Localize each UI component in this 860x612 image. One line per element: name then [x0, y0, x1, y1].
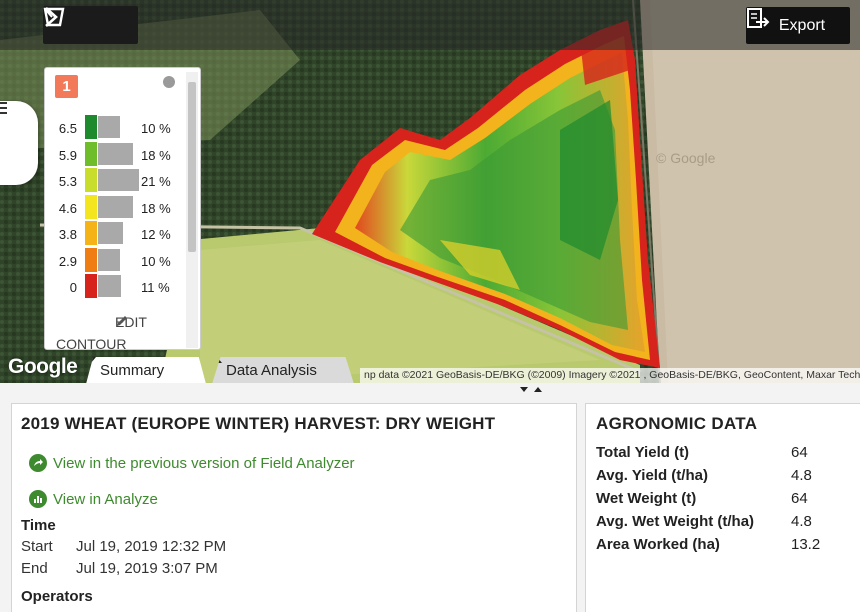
- agronomic-key: Avg. Yield (t/ha): [596, 467, 708, 484]
- svg-text:© Google: © Google: [656, 150, 716, 166]
- legend-row: 5.9 18 %: [45, 141, 185, 166]
- previous-version-link-label: View in the previous version of Field An…: [53, 454, 355, 472]
- legend-share-bar: [98, 116, 121, 138]
- legend-row: 0 11 %: [45, 274, 185, 298]
- legend-level: 3.8: [58, 227, 77, 242]
- legend-percent: 21 %: [141, 174, 171, 189]
- agronomic-value: 64: [791, 490, 808, 507]
- yield-map[interactable]: © Google Export 1 6.5 10 % 5.9 18 % 5.3 …: [0, 0, 860, 383]
- legend-level: 0: [69, 280, 77, 295]
- agronomic-row: Area Worked (ha) 13.2: [596, 536, 856, 556]
- legend-share-bar: [98, 222, 124, 244]
- share-arrow-icon: [29, 454, 47, 472]
- agronomic-value: 4.8: [791, 513, 812, 530]
- agronomic-value: 13.2: [791, 536, 821, 553]
- legend-swatch: [85, 141, 97, 166]
- legend-swatch: [85, 274, 97, 298]
- google-logo: Google: [8, 355, 78, 378]
- agronomic-row: Total Yield (t) 64: [596, 444, 856, 464]
- tab-summary-label: Summary: [100, 362, 165, 379]
- previous-version-link[interactable]: View in the previous version of Field An…: [29, 454, 355, 472]
- end-key: End: [21, 560, 48, 577]
- agronomic-key: Avg. Wet Weight (t/ha): [596, 513, 755, 530]
- legend-share-bar: [98, 142, 134, 165]
- legend-row: 4.6 18 %: [45, 194, 185, 219]
- legend-swatch: [85, 168, 97, 192]
- analyze-link[interactable]: View in Analyze: [29, 490, 158, 508]
- agronomic-row: Avg. Yield (t/ha) 4.8: [596, 467, 856, 487]
- agronomic-data-panel: AGRONOMIC DATA Total Yield (t) 64 Avg. Yie…: [585, 403, 860, 612]
- legend-swatch: [85, 221, 97, 245]
- tab-data-analysis-label: Data Analysis: [226, 362, 317, 379]
- time-heading: Time: [21, 517, 56, 534]
- legend-level: 5.3: [58, 174, 77, 189]
- legend-level: 5.9: [58, 147, 77, 163]
- yield-legend-panel: 1 6.5 10 % 5.9 18 % 5.3 21 % 4.6 18 % 3.8 12 % 2.9…: [44, 67, 201, 352]
- agronomic-key: Area Worked (ha): [596, 536, 720, 553]
- agronomic-value: 64: [791, 444, 808, 461]
- legend-level: 6.5: [58, 121, 77, 136]
- legend-percent: 10 %: [141, 121, 171, 136]
- legend-scrollbar[interactable]: [186, 72, 198, 348]
- export-button[interactable]: Export: [746, 7, 850, 44]
- legend-percent: 18 %: [141, 147, 171, 163]
- agronomic-key: Wet Weight (t): [596, 490, 697, 507]
- legend-swatch: [85, 247, 97, 272]
- agronomic-value: 4.8: [791, 467, 812, 484]
- end-value: Jul 19, 2019 3:07 PM: [76, 560, 218, 577]
- export-label: Export: [778, 16, 826, 34]
- start-key: Start: [21, 538, 53, 555]
- nav-controls: [43, 6, 138, 44]
- legend-row: 6.5 10 %: [45, 115, 185, 139]
- legend-percent: 11 %: [141, 280, 170, 295]
- agronomic-title: AGRONOMIC DATA: [596, 414, 758, 433]
- agronomic-key: Total Yield (t): [596, 444, 690, 461]
- panel-resize-handle[interactable]: [520, 385, 542, 395]
- analyze-link-label: View in Analyze: [53, 490, 158, 508]
- legend-percent: 18 %: [141, 200, 171, 216]
- field-outline-icon[interactable]: [43, 7, 86, 40]
- field-analyzer-window: © Google Export 1 6.5 10 % 5.9 18 % 5.3 …: [0, 0, 860, 612]
- map-attribution: np data ©2021 GeoBasis-DE/BKG (©2009) Im…: [360, 368, 860, 383]
- agronomic-row: Wet Weight (t) 64: [596, 490, 856, 510]
- edit-legend-button[interactable]: EDIT: [115, 314, 153, 330]
- chevron-right-icon[interactable]: [45, 7, 125, 40]
- legend-level: 2.9: [58, 253, 77, 269]
- agronomic-row: Avg. Wet Weight (t/ha) 4.8: [596, 513, 856, 533]
- legend-share-bar: [98, 169, 139, 191]
- legend-swatch: [85, 194, 97, 219]
- legend-level: 4.6: [58, 200, 77, 216]
- legend-row: 2.9 10 %: [45, 247, 185, 272]
- legend-percent: 12 %: [141, 227, 171, 242]
- harvest-title: 2019 WHEAT (EUROPE WINTER) HARVEST: DRY …: [21, 414, 496, 433]
- tab-data-analysis[interactable]: Data Analysis: [212, 357, 354, 383]
- contour-label[interactable]: CONTOUR: [56, 336, 127, 352]
- legend-share-bar: [98, 195, 134, 218]
- legend-share-bar: [98, 248, 121, 271]
- zone-badge[interactable]: 1: [55, 75, 78, 98]
- legend-row: 3.8 12 %: [45, 221, 185, 245]
- tab-summary[interactable]: Summary: [86, 357, 206, 383]
- start-value: Jul 19, 2019 12:32 PM: [76, 538, 227, 555]
- legend-row: 5.3 21 %: [45, 168, 185, 192]
- scrollbar-thumb[interactable]: [188, 82, 196, 252]
- harvest-details-panel: 2019 WHEAT (EUROPE WINTER) HARVEST: DRY …: [11, 403, 577, 612]
- layers-list-toggle[interactable]: [0, 101, 38, 185]
- legend-share-bar: [98, 275, 122, 297]
- legend-percent: 10 %: [141, 253, 171, 269]
- pin-icon[interactable]: [163, 76, 175, 88]
- legend-swatch: [85, 115, 97, 139]
- bar-chart-icon: [29, 490, 47, 508]
- operators-heading: Operators: [21, 588, 93, 605]
